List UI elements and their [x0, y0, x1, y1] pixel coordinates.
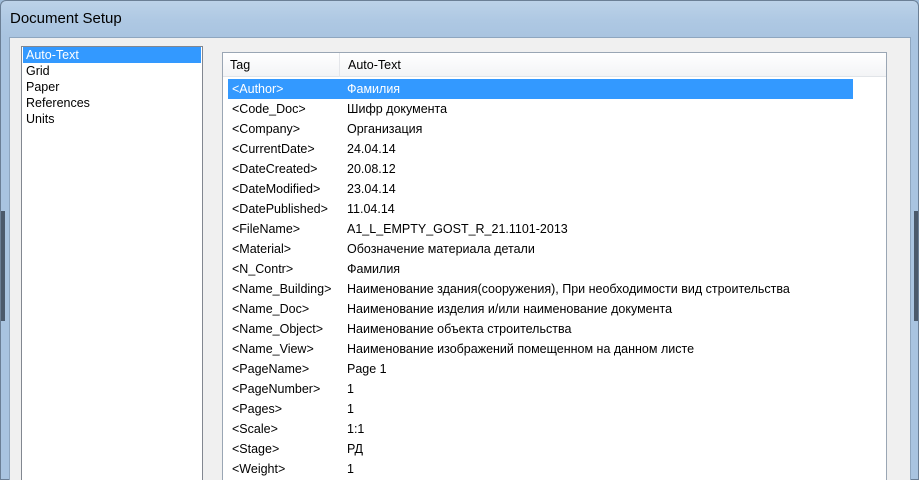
table-row[interactable]: <Name_View> Наименование изображений поме… — [228, 339, 853, 359]
right-edge-handle — [914, 211, 918, 321]
auto-text-cell: Обозначение материала детали — [347, 242, 535, 256]
table-row[interactable]: <Company> Организация — [228, 119, 853, 139]
window-title: Document Setup — [10, 10, 122, 27]
table-row[interactable]: <DateCreated> 20.08.12 — [228, 159, 853, 179]
tag-cell: <PageNumber> — [232, 382, 321, 396]
tag-cell: <DateCreated> — [232, 162, 318, 176]
auto-text-cell: 11.04.14 — [347, 202, 395, 216]
tag-cell: <Weight> — [232, 462, 286, 476]
auto-text-cell: Наименование объекта строительства — [347, 322, 572, 336]
tag-cell: <CurrentDate> — [232, 142, 315, 156]
table-body: <Author> Фамилия <Code_Doc> Шифр документа <… — [228, 79, 853, 479]
table-row[interactable]: <Name_Object> Наименование объекта строит… — [228, 319, 853, 339]
auto-text-cell: 24.04.14 — [347, 142, 396, 156]
auto-text-cell: 1:1 — [347, 422, 365, 436]
title-bar[interactable]: Document Setup — [1, 1, 918, 37]
table-row[interactable]: <Code_Doc> Шифр документа — [228, 99, 853, 119]
auto-text-cell: Наименование изделия и/или наименование … — [347, 302, 673, 316]
table-row[interactable]: <N_Contr> Фамилия — [228, 259, 853, 279]
table-row[interactable]: <Name_Doc> Наименование изделия и/или наи… — [228, 299, 853, 319]
auto-text-cell: 1 — [347, 402, 354, 416]
table-row[interactable]: <Weight> 1 — [228, 459, 853, 479]
table-row[interactable]: <Name_Building> Наименование здания(соору… — [228, 279, 853, 299]
auto-text-cell: 23.04.14 — [347, 182, 396, 196]
dialog-client-area: Auto-Text Grid Paper References Units Tag Au… — [9, 37, 911, 480]
table-row[interactable]: <PageName> Page 1 — [228, 359, 853, 379]
tag-cell: <Name_Object> — [232, 322, 324, 336]
table-row[interactable]: <Material> Обозначение материала детали — [228, 239, 853, 259]
tag-cell: <Scale> — [232, 422, 278, 436]
auto-text-cell: РД — [347, 442, 363, 456]
left-edge-handle — [1, 211, 5, 321]
table-row[interactable]: <CurrentDate> 24.04.14 — [228, 139, 853, 159]
tag-cell: <N_Contr> — [232, 262, 294, 276]
category-item-paper[interactable]: Paper — [23, 79, 201, 95]
tag-cell: <DatePublished> — [232, 202, 328, 216]
auto-text-cell: 1 — [347, 462, 354, 476]
category-list[interactable]: Auto-Text Grid Paper References Units — [21, 46, 203, 480]
auto-text-cell: Организация — [347, 122, 423, 136]
tag-cell: <Name_Building> — [232, 282, 332, 296]
table-row[interactable]: <PageNumber> 1 — [228, 379, 853, 399]
tag-cell: <Author> — [232, 82, 284, 96]
table-row[interactable]: <Author> Фамилия — [228, 79, 853, 99]
tag-cell: <Name_View> — [232, 342, 314, 356]
tag-cell: <Company> — [232, 122, 301, 136]
tag-cell: <PageName> — [232, 362, 310, 376]
table-row[interactable]: <FileName> A1_L_EMPTY_GOST_R_21.1101-2013 — [228, 219, 853, 239]
auto-text-cell: Фамилия — [347, 82, 401, 96]
auto-text-cell: Наименование изображений помещенном на д… — [347, 342, 695, 356]
category-item-units[interactable]: Units — [23, 111, 201, 127]
auto-text-cell: Наименование здания(сооружения), При нео… — [347, 282, 790, 296]
category-item-auto-text[interactable]: Auto-Text — [23, 47, 201, 63]
document-setup-window: Document Setup Auto-Text Grid Paper Referen… — [0, 0, 919, 480]
category-item-references[interactable]: References — [23, 95, 201, 111]
auto-text-table: Tag Auto-Text <Author> Фамилия <Code_Doc> Ш… — [222, 52, 887, 480]
auto-text-cell: 20.08.12 — [347, 162, 396, 176]
category-item-grid[interactable]: Grid — [23, 63, 201, 79]
table-row[interactable]: <Pages> 1 — [228, 399, 853, 419]
tag-cell: <Material> — [232, 242, 292, 256]
tag-cell: <Pages> — [232, 402, 283, 416]
tag-cell: <Name_Doc> — [232, 302, 310, 316]
auto-text-cell: Page 1 — [347, 362, 387, 376]
table-header: Tag Auto-Text — [223, 53, 886, 77]
table-row[interactable]: <DatePublished> 11.04.14 — [228, 199, 853, 219]
tag-cell: <Code_Doc> — [232, 102, 306, 116]
auto-text-cell: Шифр документа — [347, 102, 448, 116]
auto-text-cell: A1_L_EMPTY_GOST_R_21.1101-2013 — [347, 222, 568, 236]
table-row[interactable]: <Scale> 1:1 — [228, 419, 853, 439]
column-header-tag[interactable]: Tag — [223, 53, 340, 77]
table-row[interactable]: <DateModified> 23.04.14 — [228, 179, 853, 199]
auto-text-cell: 1 — [347, 382, 354, 396]
column-header-auto-text[interactable]: Auto-Text — [340, 53, 888, 77]
auto-text-cell: Фамилия — [347, 262, 401, 276]
tag-cell: <Stage> — [232, 442, 280, 456]
tag-cell: <FileName> — [232, 222, 301, 236]
tag-cell: <DateModified> — [232, 182, 321, 196]
table-row[interactable]: <Stage> РД — [228, 439, 853, 459]
